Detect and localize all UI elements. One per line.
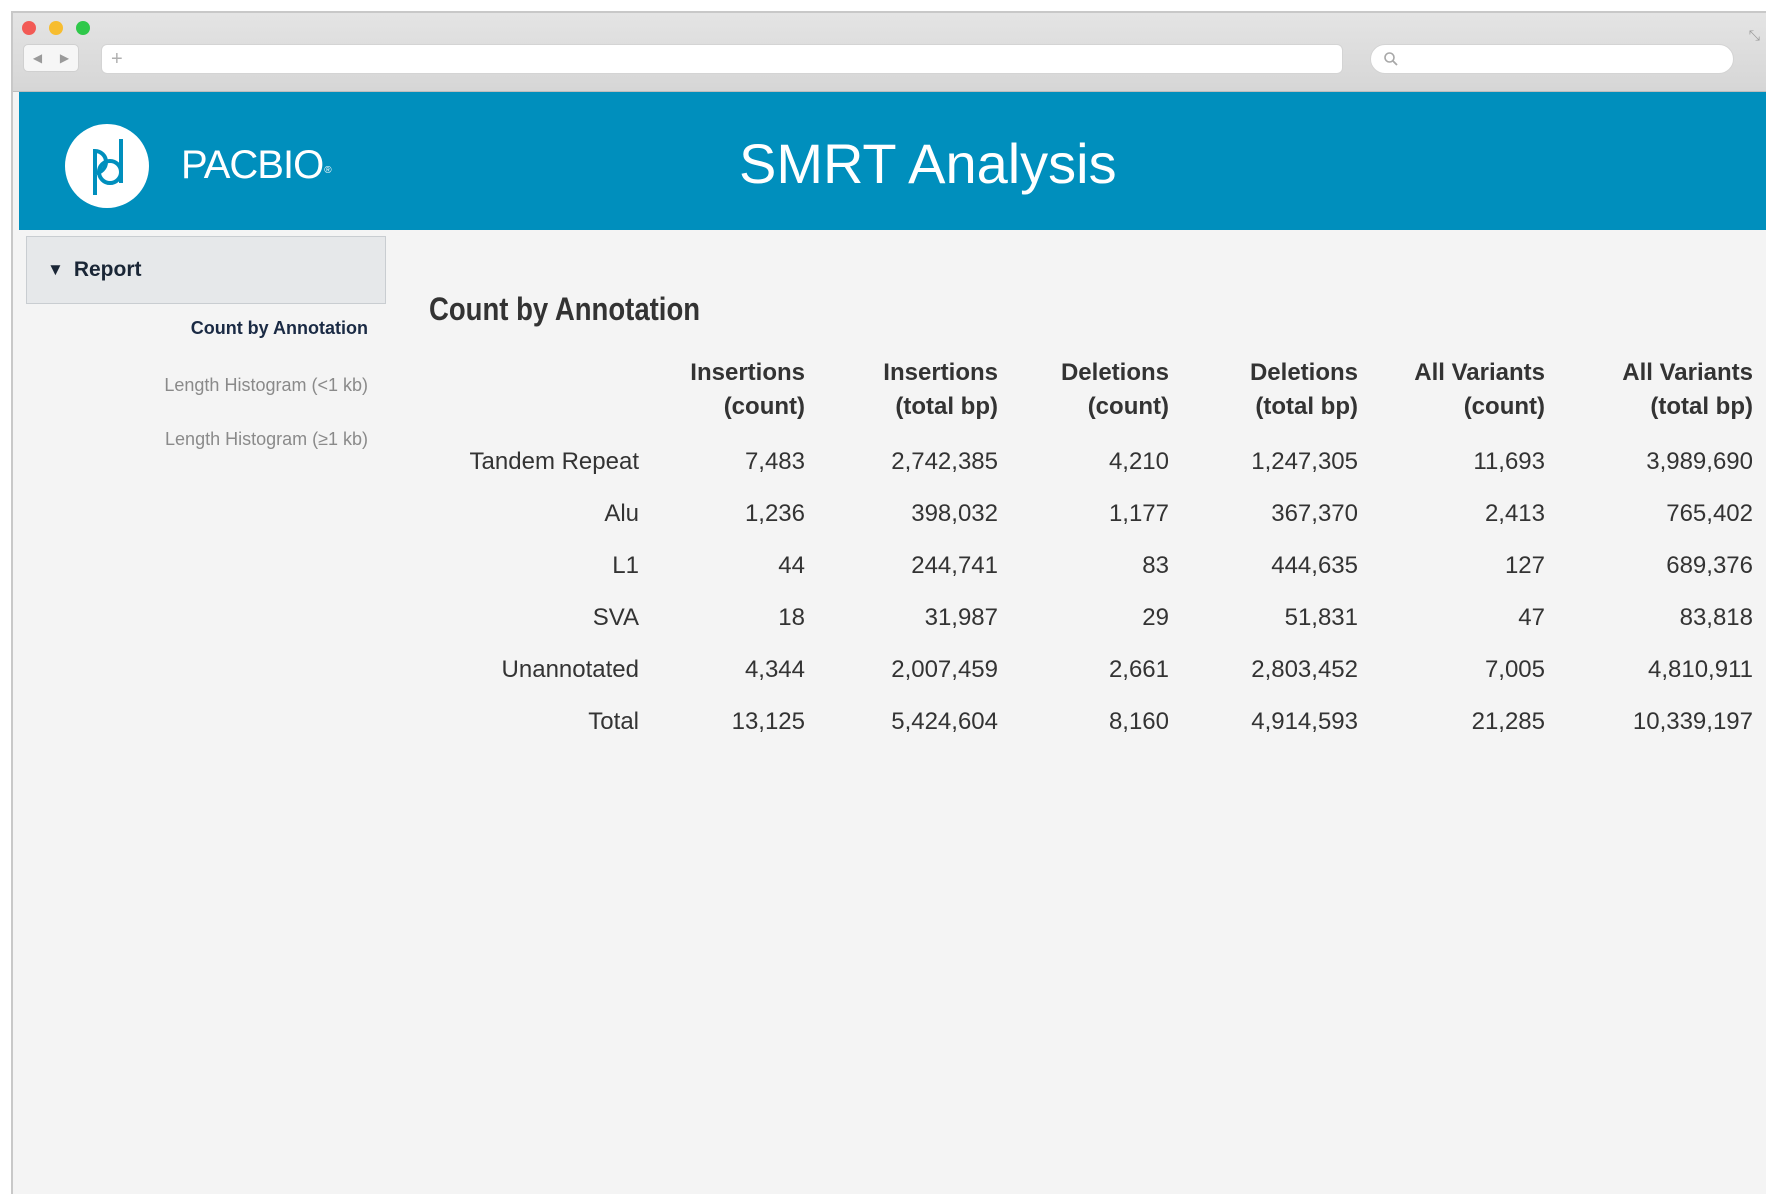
column-header-line2: (count): [723, 393, 805, 420]
table-cell: 2,007,459: [891, 656, 998, 683]
table-cell: 2,742,385: [891, 448, 998, 475]
table-cell: 83: [1142, 552, 1169, 579]
row-label: L1: [612, 552, 639, 579]
table-cell: 4,210: [1108, 448, 1169, 475]
table-cell: 18: [778, 604, 805, 631]
table-cell: 127: [1504, 552, 1545, 579]
registered-mark: ®: [324, 165, 331, 176]
forward-arrow-icon[interactable]: ▶: [60, 51, 69, 65]
nav-buttons: ◀ ▶: [23, 44, 79, 72]
table-cell: 1,177: [1108, 500, 1169, 527]
table-cell: 8,160: [1108, 708, 1169, 735]
table-body: Tandem Repeat 7,483 2,742,385 4,210 1,247,30…: [413, 436, 1753, 748]
table-cell: 21,285: [1471, 708, 1545, 735]
table-cell: 5,424,604: [891, 708, 998, 735]
address-bar[interactable]: +: [101, 44, 1343, 74]
column-header: All Variants (total bp): [1545, 356, 1753, 436]
table-cell: 2,413: [1484, 500, 1545, 527]
new-tab-plus-icon[interactable]: +: [111, 47, 123, 71]
column-header-line2: (count): [1463, 393, 1545, 420]
table-cell: 3,989,690: [1646, 448, 1753, 475]
table-row: Total 13,125 5,424,604 8,160 4,914,593 21,285…: [413, 696, 1753, 748]
column-header: All Variants (count): [1358, 356, 1545, 436]
column-header-line1: All Variants: [1622, 359, 1753, 386]
table-cell: 1,236: [744, 500, 805, 527]
table-cell: 51,831: [1284, 604, 1358, 631]
table-cell: 31,987: [924, 604, 998, 631]
table-cell: 7,483: [744, 448, 805, 475]
column-header-line1: Deletions: [1060, 359, 1169, 386]
column-header-line1: Insertions: [883, 359, 998, 386]
table-row: Unannotated 4,344 2,007,459 2,661 2,803,452 7…: [413, 644, 1753, 696]
browser-window: ◀ ▶ + ⤡ PACBIO® SMRT Analysis ▼ Report C…: [11, 11, 1766, 1194]
table-cell: 4,344: [744, 656, 805, 683]
sidebar-item-count-by-annotation[interactable]: Count by Annotation: [48, 318, 368, 339]
table-cell: 11,693: [1473, 448, 1545, 475]
row-label: Total: [588, 708, 639, 735]
table-cell: 398,032: [911, 500, 998, 527]
table-cell: 1,247,305: [1251, 448, 1358, 475]
table-cell: 29: [1142, 604, 1169, 631]
browser-toolbar: ◀ ▶ + ⤡: [13, 13, 1766, 92]
close-dot-icon[interactable]: [22, 21, 36, 35]
table-cell: 765,402: [1666, 500, 1753, 527]
sidebar-item-length-histogram-ge1kb[interactable]: Length Histogram (≥1 kb): [48, 429, 368, 450]
column-header-line2: (count): [1087, 393, 1169, 420]
table-cell: 244,741: [911, 552, 998, 579]
table-cell: 2,661: [1108, 656, 1169, 683]
table-cell: 4,914,593: [1251, 708, 1358, 735]
table-cell: 83,818: [1679, 604, 1753, 631]
table-cell: 13,125: [731, 708, 805, 735]
table-cell: 689,376: [1666, 552, 1753, 579]
sidebar-item-length-histogram-lt1kb[interactable]: Length Histogram (<1 kb): [48, 375, 368, 396]
table-row: Alu 1,236 398,032 1,177 367,370 2,413 765,402: [413, 488, 1753, 540]
column-header-line2: (total bp): [1650, 393, 1753, 420]
sidebar-section-report[interactable]: ▼ Report: [26, 236, 386, 304]
sidebar-section-label: Report: [73, 258, 142, 281]
brand-text: PACBIO: [181, 143, 324, 187]
row-label: SVA: [592, 604, 639, 631]
pacbio-logo-icon: [65, 124, 149, 208]
table-row: L1 44 244,741 83 444,635 127 689,376: [413, 540, 1753, 592]
annotation-count-table: Insertions (count) Insertions (total bp) D…: [413, 356, 1753, 748]
column-header-line2: (total bp): [1255, 393, 1358, 420]
column-header-blank: [413, 356, 639, 436]
row-label: Tandem Repeat: [469, 448, 639, 475]
column-header: Insertions (total bp): [805, 356, 998, 436]
fullscreen-icon[interactable]: ⤡: [1749, 27, 1760, 44]
column-header: Insertions (count): [639, 356, 805, 436]
table-cell: 7,005: [1484, 656, 1545, 683]
table-row: SVA 18 31,987 29 51,831 47 83,818: [413, 592, 1753, 644]
page-title: Count by Annotation: [429, 291, 701, 327]
browser-search-field[interactable]: [1370, 44, 1734, 74]
column-header-line1: All Variants: [1414, 359, 1545, 386]
table-cell: 44: [778, 552, 805, 579]
column-header-line1: Insertions: [690, 359, 805, 386]
row-label: Alu: [604, 500, 639, 527]
column-header: Deletions (count): [998, 356, 1169, 436]
table-cell: 47: [1518, 604, 1545, 631]
brand-name: PACBIO®: [181, 140, 332, 190]
table-cell: 367,370: [1271, 500, 1358, 527]
table-header-row: Insertions (count) Insertions (total bp) D…: [413, 356, 1753, 436]
minimize-dot-icon[interactable]: [49, 21, 63, 35]
app-header: PACBIO® SMRT Analysis: [19, 92, 1766, 230]
row-label: Unannotated: [501, 656, 639, 683]
table-cell: 444,635: [1271, 552, 1358, 579]
zoom-dot-icon[interactable]: [76, 21, 90, 35]
app-title: SMRT Analysis: [739, 132, 1117, 195]
column-header-line1: Deletions: [1249, 359, 1358, 386]
search-icon: [1384, 52, 1398, 66]
table-cell: 10,339,197: [1632, 708, 1753, 735]
back-arrow-icon[interactable]: ◀: [33, 51, 42, 65]
table-cell: 4,810,911: [1648, 656, 1753, 683]
table-cell: 2,803,452: [1251, 656, 1358, 683]
column-header: Deletions (total bp): [1169, 356, 1358, 436]
table-row: Tandem Repeat 7,483 2,742,385 4,210 1,247,30…: [413, 436, 1753, 488]
column-header-line2: (total bp): [895, 393, 998, 420]
disclosure-triangle-icon: ▼: [47, 260, 64, 279]
